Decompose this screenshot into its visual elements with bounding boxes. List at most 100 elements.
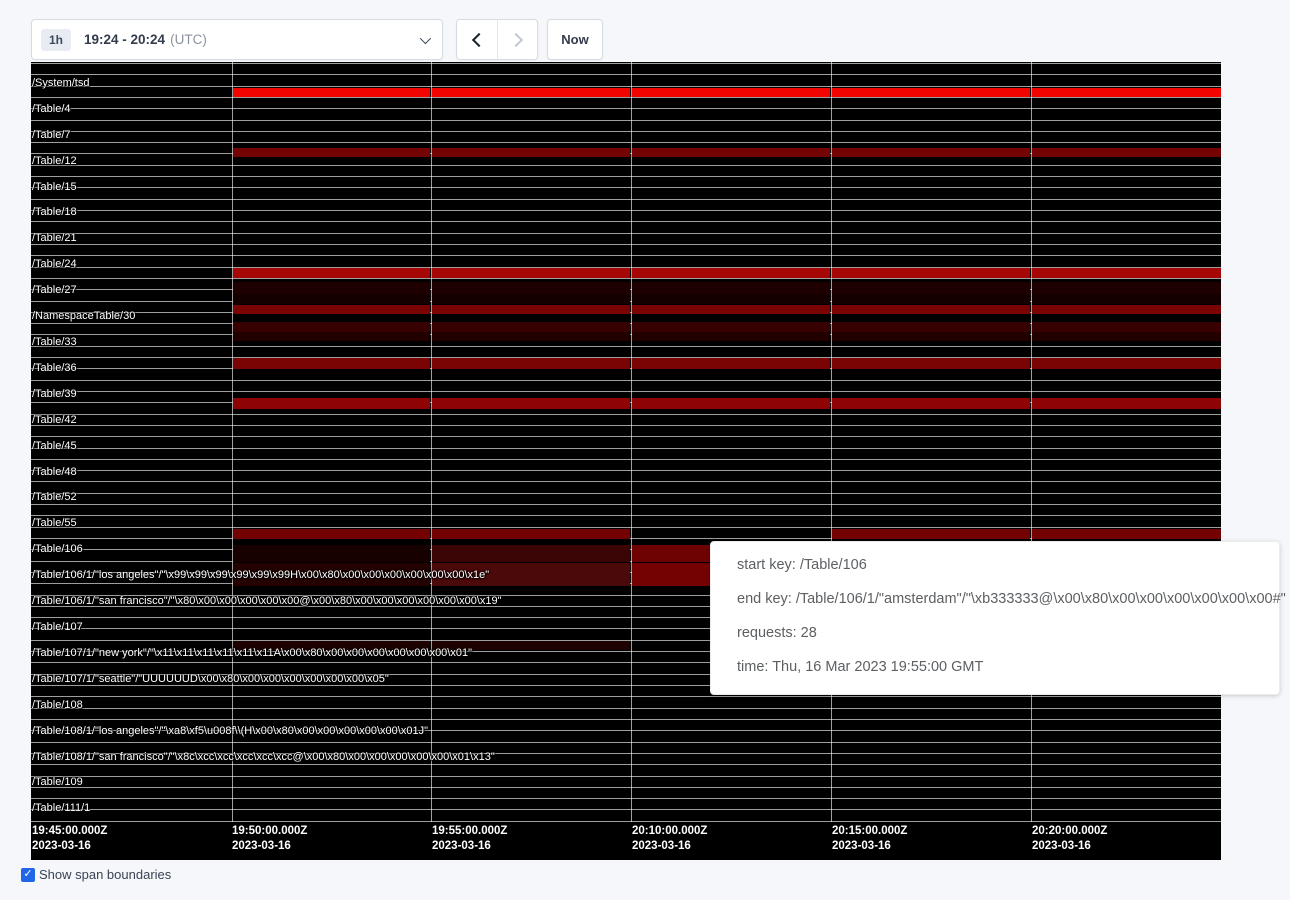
heat-band[interactable] <box>632 88 830 97</box>
row-label: /Table/55 <box>32 517 77 529</box>
heat-band[interactable] <box>1032 305 1221 314</box>
heat-band[interactable] <box>432 148 630 157</box>
span-boundary-line <box>31 798 1221 799</box>
heat-band[interactable] <box>1032 322 1221 332</box>
heat-band[interactable] <box>1032 282 1221 294</box>
heat-band[interactable] <box>832 322 1030 332</box>
heat-band[interactable] <box>233 322 430 332</box>
heat-band[interactable] <box>233 282 430 294</box>
heat-band[interactable] <box>432 529 630 539</box>
heat-band[interactable] <box>233 545 430 562</box>
heat-band[interactable] <box>832 294 1030 304</box>
row-label: /Table/24 <box>32 258 77 270</box>
heat-band[interactable] <box>432 332 630 341</box>
heat-band[interactable] <box>1032 358 1221 369</box>
span-boundary-line <box>31 459 1221 460</box>
heat-band[interactable] <box>233 294 430 304</box>
heat-band[interactable] <box>832 529 1030 539</box>
time-bucket-line <box>831 62 832 822</box>
span-boundary-line <box>31 809 1221 810</box>
show-span-boundaries-checkbox[interactable]: ✓ <box>21 868 35 882</box>
span-boundary-line <box>31 425 1221 426</box>
span-boundary-line <box>31 504 1221 505</box>
next-range-button[interactable] <box>497 20 537 59</box>
row-label: /Table/108 <box>32 699 83 711</box>
span-boundary-line <box>31 210 1221 211</box>
time-range-duration-badge: 1h <box>41 29 71 51</box>
row-label: /System/tsd <box>32 77 89 89</box>
row-label: /Table/42 <box>32 414 77 426</box>
row-label: /Table/18 <box>32 206 77 218</box>
heat-band[interactable] <box>233 529 430 539</box>
span-boundary-line <box>31 142 1221 143</box>
now-button[interactable]: Now <box>547 19 603 60</box>
heat-band[interactable] <box>632 268 830 278</box>
row-label: /Table/106 <box>32 543 83 555</box>
span-boundary-line <box>31 764 1221 765</box>
heat-band[interactable] <box>233 358 430 369</box>
span-boundary-line <box>31 120 1221 121</box>
heat-band[interactable] <box>233 305 430 314</box>
heat-band[interactable] <box>832 282 1030 294</box>
span-boundary-line <box>31 493 1221 494</box>
axis-time-label: 20:20:00.000Z2023-03-16 <box>1032 824 1107 854</box>
row-label: /Table/107/1/"new york"/"\x11\x11\x11\x1… <box>32 647 472 659</box>
span-boundary-line <box>31 221 1221 222</box>
heat-band[interactable] <box>432 282 630 294</box>
span-boundary-line <box>31 86 1221 87</box>
heat-band[interactable] <box>1032 294 1221 304</box>
heat-band[interactable] <box>432 358 630 369</box>
heat-band[interactable] <box>432 305 630 314</box>
heat-band[interactable] <box>832 398 1030 409</box>
row-label: /Table/111/1 <box>32 802 90 814</box>
heat-band[interactable] <box>432 88 630 97</box>
time-bucket-line <box>631 62 632 822</box>
heat-band[interactable] <box>832 332 1030 341</box>
heatmap-tooltip: start key: /Table/106 end key: /Table/10… <box>710 541 1280 695</box>
span-boundary-line <box>31 346 1221 347</box>
span-boundary-line <box>31 436 1221 437</box>
heat-band[interactable] <box>432 294 630 304</box>
heat-band[interactable] <box>1032 148 1221 157</box>
heat-band[interactable] <box>233 88 430 97</box>
range-nav-group <box>456 19 538 60</box>
heat-band[interactable] <box>1032 398 1221 409</box>
heat-band[interactable] <box>632 305 830 314</box>
time-range-select[interactable]: 1h 19:24 - 20:24 (UTC) <box>31 19 443 60</box>
heat-band[interactable] <box>832 358 1030 369</box>
heat-band[interactable] <box>632 398 830 409</box>
heat-band[interactable] <box>632 282 830 294</box>
heat-band[interactable] <box>233 332 430 341</box>
heat-band[interactable] <box>832 88 1030 97</box>
span-boundary-line <box>31 176 1221 177</box>
span-boundary-line <box>31 199 1221 200</box>
heat-band[interactable] <box>632 294 830 304</box>
heat-band[interactable] <box>233 268 430 278</box>
heat-band[interactable] <box>432 322 630 332</box>
heat-band[interactable] <box>432 398 630 409</box>
prev-range-button[interactable] <box>457 20 497 59</box>
span-boundary-line <box>31 787 1221 788</box>
heat-band[interactable] <box>432 268 630 278</box>
heat-band[interactable] <box>1032 268 1221 278</box>
span-boundary-line <box>31 278 1221 279</box>
heat-band[interactable] <box>233 398 430 409</box>
heat-band[interactable] <box>432 545 630 562</box>
key-visualizer-heatmap[interactable]: /System/tsd/Table/4/Table/7/Table/12/Tab… <box>31 62 1221 860</box>
heat-band[interactable] <box>1032 332 1221 341</box>
heat-band[interactable] <box>632 358 830 369</box>
span-boundary-line <box>31 244 1221 245</box>
row-label: /Table/106/1/"los angeles"/"\x99\x99\x99… <box>32 569 489 581</box>
heat-band[interactable] <box>632 322 830 332</box>
heat-band[interactable] <box>1032 529 1221 539</box>
heat-band[interactable] <box>1032 88 1221 97</box>
heat-band[interactable] <box>632 332 830 341</box>
time-range-timezone: (UTC) <box>170 32 207 47</box>
heat-band[interactable] <box>832 268 1030 278</box>
span-boundary-line <box>31 97 1221 98</box>
tooltip-start-key: start key: /Table/106 <box>737 548 1279 582</box>
heat-band[interactable] <box>233 148 430 157</box>
heat-band[interactable] <box>832 305 1030 314</box>
heat-band[interactable] <box>832 148 1030 157</box>
heat-band[interactable] <box>632 148 830 157</box>
